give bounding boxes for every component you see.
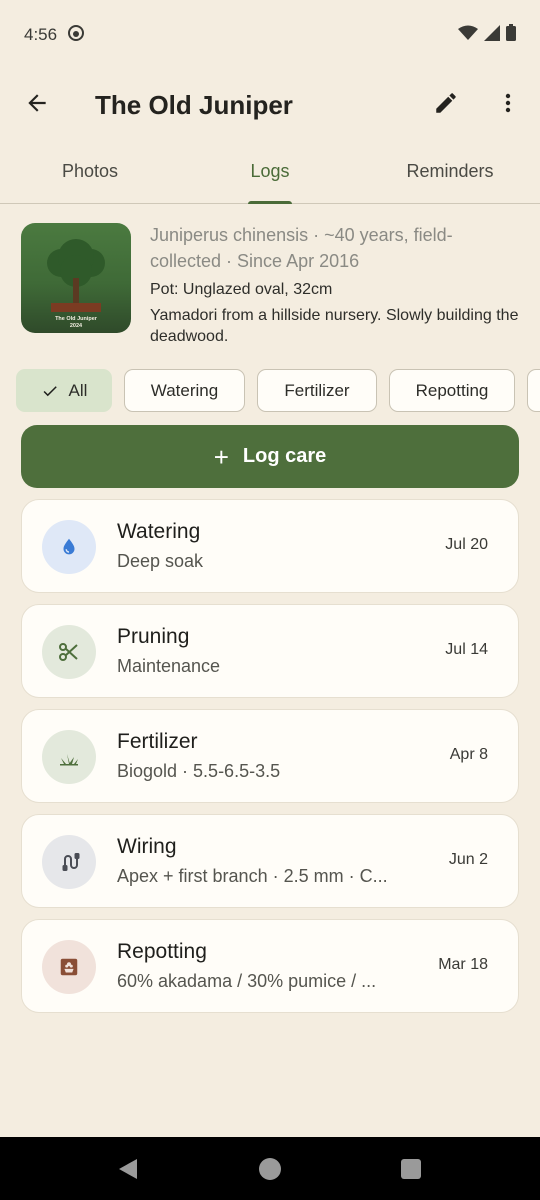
species-line: Juniperus chinensis · ~40 years, field-c… — [150, 225, 453, 271]
log-item-wiring[interactable]: Wiring Apex + first branch · 2.5 mm · C.… — [21, 814, 519, 908]
back-button[interactable] — [13, 81, 61, 129]
status-time: 4:56 — [24, 25, 58, 44]
log-date: Jun 2 — [448, 851, 488, 868]
log-subtitle: Deep soak — [117, 551, 204, 571]
grass-icon — [42, 730, 96, 784]
log-date: Jul 14 — [445, 641, 488, 658]
tab-reminders[interactable]: Reminders — [360, 140, 540, 203]
notification-icon — [67, 24, 85, 47]
log-care-button[interactable]: + Log care — [21, 425, 519, 488]
log-care-label: Log care — [242, 445, 327, 467]
scissors-icon — [42, 625, 96, 679]
log-date: Jul 20 — [445, 536, 488, 553]
nav-back-button[interactable] — [113, 1154, 143, 1184]
log-title: Repotting — [117, 940, 207, 963]
wire-icon — [42, 835, 96, 889]
log-item-fertilizer[interactable]: Fertilizer Biogold · 5.5-6.5-3.5 Apr 8 — [21, 709, 519, 803]
thumbnail-caption-year: 2024 — [69, 323, 83, 329]
edit-button[interactable] — [422, 81, 470, 129]
filter-chip-all[interactable]: All — [16, 369, 112, 412]
wifi-icon — [458, 25, 478, 46]
thumbnail-caption-name: The Old Juniper — [55, 316, 97, 322]
tab-logs[interactable]: Logs — [180, 140, 360, 203]
filter-chip-fertilizer[interactable]: Fertilizer — [257, 369, 377, 412]
tab-bar: Photos Logs Reminders — [0, 140, 540, 204]
tree-info: The Old Juniper 2024 Juniperus chinensis… — [21, 222, 521, 345]
filter-chip-label: Repotting — [415, 380, 489, 400]
plus-icon: + — [213, 441, 229, 472]
page-title: The Old Juniper — [95, 89, 293, 120]
triangle-back-icon — [119, 1159, 137, 1179]
filter-chip-watering[interactable]: Watering — [124, 369, 245, 412]
log-title: Watering — [117, 520, 201, 543]
tab-photos[interactable]: Photos — [0, 140, 180, 203]
tree-thumbnail[interactable]: The Old Juniper 2024 — [21, 223, 131, 333]
arrow-back-icon — [24, 90, 50, 121]
log-title: Wiring — [117, 835, 177, 858]
log-subtitle: 60% akadama / 30% pumice / ... — [117, 971, 377, 991]
cell-signal-icon — [484, 24, 500, 46]
circle-home-icon — [259, 1158, 281, 1180]
pot-info: Pot: Unglazed oval, 32cm — [150, 281, 333, 298]
filter-chip-repotting[interactable]: Repotting — [389, 369, 515, 412]
filter-chip-label: Fertilizer — [284, 380, 350, 400]
check-icon — [41, 382, 59, 400]
log-subtitle: Biogold · 5.5-6.5-3.5 — [117, 761, 281, 781]
log-item-pruning[interactable]: Pruning Maintenance Jul 14 — [21, 604, 519, 698]
flower-pot-icon — [42, 940, 96, 994]
log-subtitle: Apex + first branch · 2.5 mm · C... — [117, 866, 388, 886]
pencil-icon — [433, 90, 459, 121]
tree-details: Juniperus chinensis · ~40 years, field-c… — [150, 222, 520, 347]
square-recents-icon — [401, 1159, 421, 1179]
app-bar: The Old Juniper — [0, 70, 540, 140]
log-date: Apr 8 — [449, 746, 488, 763]
filter-chip-more[interactable] — [527, 369, 540, 412]
system-nav-bar — [0, 1137, 540, 1200]
status-bar: 4:56 — [0, 0, 540, 70]
log-title: Pruning — [117, 625, 190, 648]
more-options-button[interactable] — [484, 81, 532, 129]
filter-chips: All Watering Fertilizer Repotting — [0, 368, 540, 414]
nav-recents-button[interactable] — [396, 1154, 426, 1184]
log-title: Fertilizer — [117, 730, 198, 753]
log-item-repotting[interactable]: Repotting 60% akadama / 30% pumice / ...… — [21, 919, 519, 1013]
log-item-watering[interactable]: Watering Deep soak Jul 20 — [21, 499, 519, 593]
more-vert-icon — [496, 91, 520, 120]
battery-icon — [506, 24, 516, 46]
filter-chip-label: Watering — [150, 380, 219, 400]
water-drop-icon — [42, 520, 96, 574]
log-date: Mar 18 — [438, 956, 488, 973]
nav-home-button[interactable] — [255, 1154, 285, 1184]
filter-chip-label: All — [68, 380, 88, 400]
tree-description: Yamadori from a hillside nursery. Slowly… — [150, 307, 519, 345]
log-subtitle: Maintenance — [117, 656, 221, 676]
